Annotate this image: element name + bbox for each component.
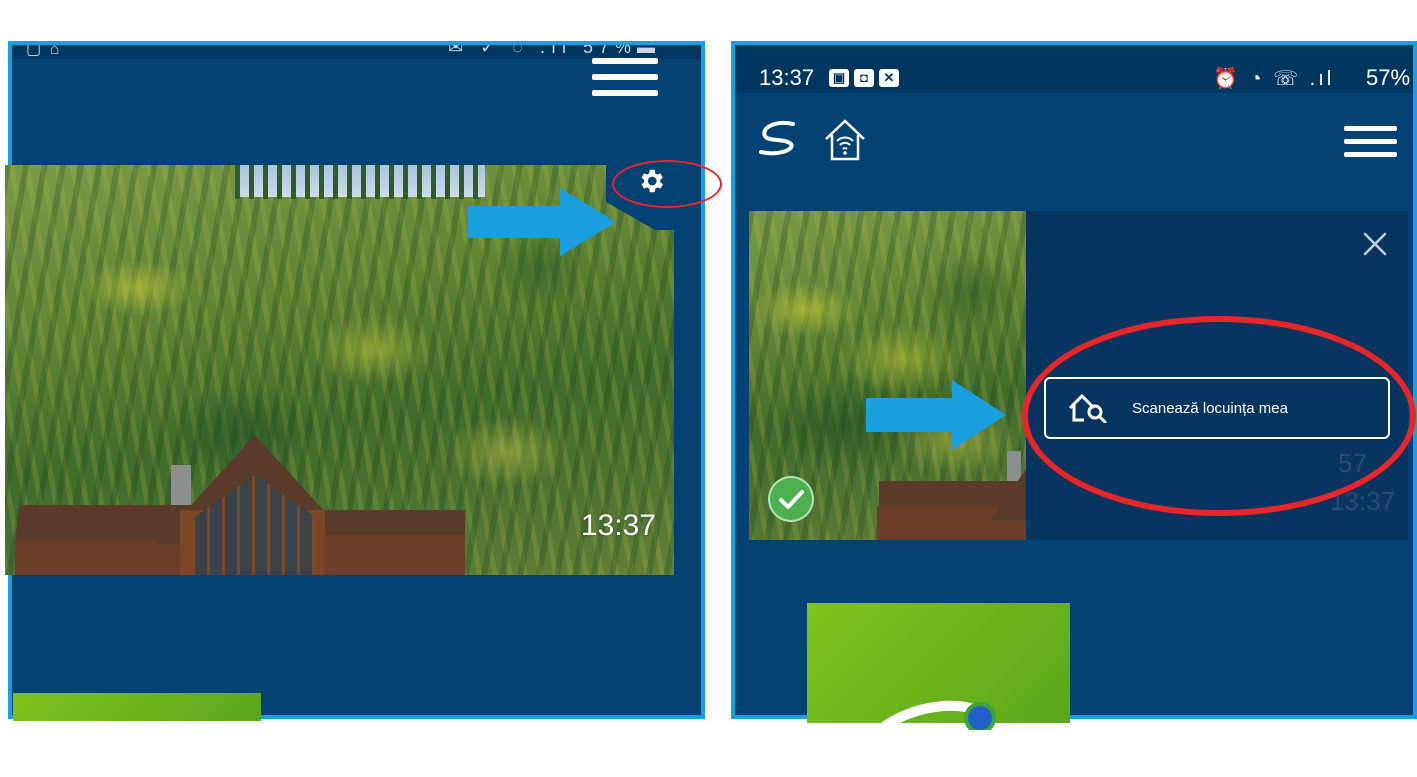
pointer-arrow-icon	[866, 380, 1006, 450]
tools-icon: ✕	[879, 69, 899, 87]
image-icon: ▣	[829, 69, 849, 87]
check-circle-icon[interactable]	[768, 476, 814, 522]
menu-line	[592, 58, 658, 64]
s-swirl-logo-icon[interactable]	[755, 118, 805, 158]
status-right-icons: ✉ ✓ ◌ .ıl 57%▬	[448, 41, 661, 57]
menu-line	[1344, 139, 1397, 144]
checkmark	[779, 490, 804, 509]
hamburger-menu-icon[interactable]	[592, 58, 658, 96]
settings-highlight-circle	[612, 160, 722, 208]
swirl-graphic-icon	[880, 700, 996, 730]
screenshot-canvas: ▢ ⌂ ✉ ✓ ◌ .ıl 57%▬ 13:37 13:37 ▣ ◘ ✕ ⏰ ◔…	[0, 0, 1417, 777]
close-icon[interactable]	[1362, 231, 1388, 257]
status-bar: 13:37 ▣ ◘ ✕ ⏰ ◔ ☏ .ıl 57%	[735, 45, 1413, 93]
battery-level: 57%	[1366, 65, 1411, 90]
menu-line	[1344, 152, 1397, 157]
status-left-icons: ▢ ⌂	[26, 41, 62, 58]
scan-highlight-circle	[1022, 316, 1416, 516]
status-bar: ▢ ⌂ ✉ ✓ ◌ .ıl 57%▬	[12, 45, 701, 59]
home-wifi-icon[interactable]	[822, 117, 868, 163]
hamburger-menu-icon[interactable]	[1344, 126, 1397, 157]
green-feature-tile[interactable]	[13, 693, 261, 721]
photo-timestamp: 13:37	[580, 509, 656, 542]
menu-line	[1344, 126, 1397, 131]
menu-line	[592, 74, 658, 80]
status-right-icons: ⏰ ◔ ☏ .ıl	[1213, 68, 1335, 90]
pointer-arrow-icon	[468, 188, 616, 256]
picture-in-picture-icon: ◘	[854, 69, 874, 87]
treeline	[235, 165, 485, 199]
status-time: 13:37	[759, 65, 815, 90]
menu-line	[592, 90, 658, 96]
